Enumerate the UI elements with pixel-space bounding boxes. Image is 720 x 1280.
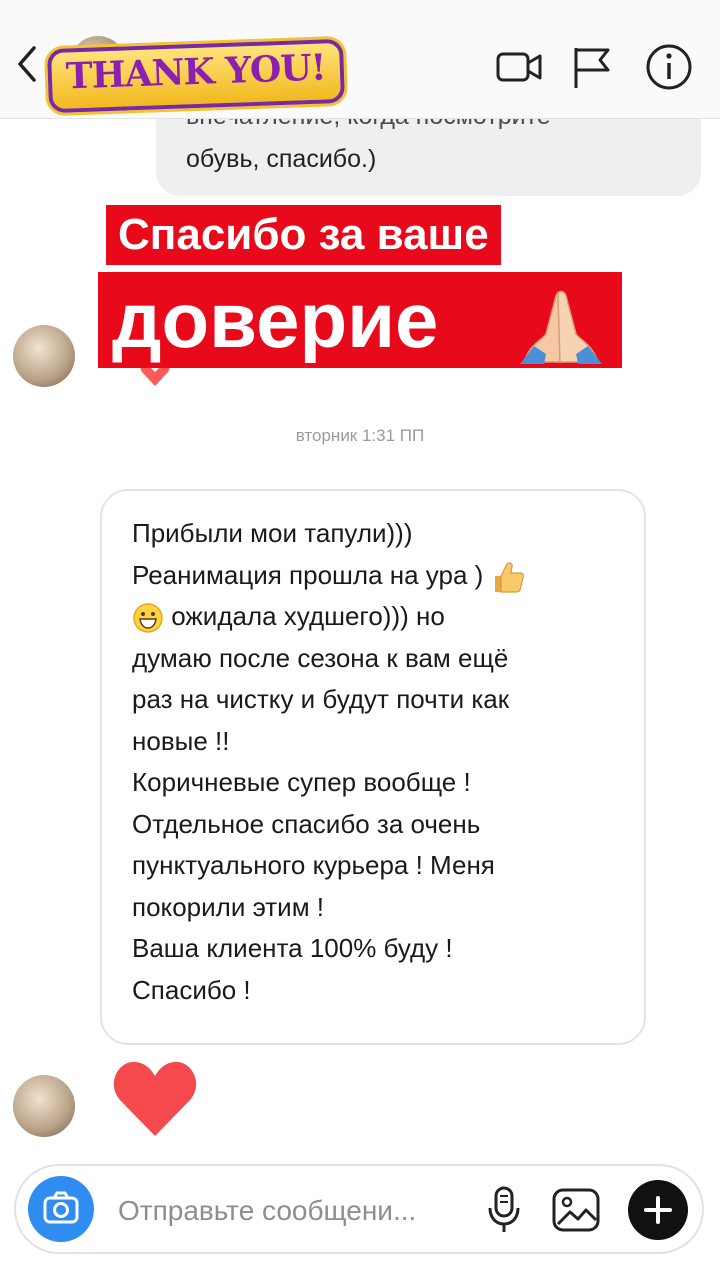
message-line: пунктуального курьера ! Меня (132, 850, 495, 880)
message-line: Отдельное спасибо за очень (132, 808, 481, 839)
message-line: новые !! (132, 725, 230, 756)
message-composer (14, 1164, 704, 1254)
message-line-text: Реанимация прошла на ура ) (132, 559, 484, 590)
back-chevron-icon[interactable] (14, 44, 40, 84)
message-line: Коричневые супер вообще ! (132, 767, 471, 797)
thank-you-sticker: THANK YOU! (46, 38, 345, 114)
message-bubble[interactable]: Прибыли мои тапули))) Реанимация прошла … (100, 489, 646, 1045)
message-line: покорили этим ! (132, 891, 325, 922)
flag-icon[interactable] (568, 42, 618, 92)
message-timestamp: вторник 1:31 ПП (295, 426, 425, 445)
plus-icon (644, 1196, 672, 1224)
microphone-icon[interactable] (484, 1184, 524, 1236)
sender-avatar[interactable] (13, 1075, 75, 1137)
chat-header: THANK YOU! (0, 0, 720, 119)
message-line-text: ожидала худшего))) но (171, 601, 445, 631)
message-input[interactable] (116, 1188, 480, 1234)
message-line: раз на чистку и будут почти как (132, 684, 510, 714)
more-button[interactable] (628, 1180, 688, 1240)
message-line-with-emoji: Реанимация прошла на ура ) (132, 555, 632, 597)
message-line: Ваша клиента 100% буду ! (132, 933, 453, 963)
message-line: Спасибо ! (132, 974, 251, 1005)
thanks-banner-line2: доверие (98, 272, 622, 368)
message-line: думаю после сезона к вам ещё (132, 642, 509, 673)
camera-button[interactable] (28, 1176, 94, 1242)
sender-avatar[interactable] (13, 325, 75, 387)
thanks-banner-line2-text: доверие (112, 276, 439, 364)
info-icon[interactable] (644, 42, 694, 92)
previous-message-text: обувь, спасибо.) (186, 145, 377, 173)
message-line: Прибыли мои тапули))) (132, 518, 413, 548)
heart-icon[interactable] (112, 1060, 198, 1138)
thanks-banner-line1: Спасибо за ваше (106, 205, 501, 265)
camera-icon (43, 1191, 79, 1224)
video-call-icon[interactable] (494, 42, 544, 92)
message-text: Прибыли мои тапули))) Реанимация прошла … (132, 513, 632, 1011)
grinning-face-icon (133, 603, 163, 633)
thumbs-up-icon (494, 562, 524, 593)
message-line-with-emoji: ожидала худшего))) но (132, 596, 632, 638)
gallery-icon[interactable] (550, 1184, 602, 1236)
folded-hands-icon (520, 290, 602, 364)
